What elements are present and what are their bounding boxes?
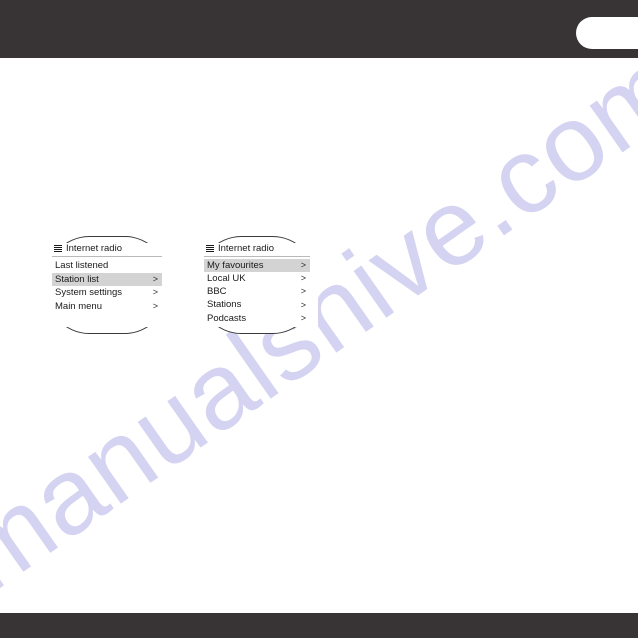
- top-header-band: [0, 0, 638, 58]
- chevron-right-icon: >: [300, 299, 306, 310]
- screen-content: Internet radio Last listened > Station l…: [52, 241, 162, 329]
- bottom-footer-band: [0, 613, 638, 638]
- menu-item-last-listened[interactable]: Last listened >: [52, 259, 162, 273]
- menu-item-my-favourites[interactable]: My favourites >: [204, 259, 310, 273]
- screen-title: Internet radio: [218, 242, 274, 254]
- radio-display-figures: Internet radio Last listened > Station l…: [44, 236, 324, 336]
- hamburger-menu-icon: [54, 245, 62, 252]
- menu-item-label: BBC: [207, 286, 227, 298]
- menu-item-label: Stations: [207, 299, 242, 311]
- chevron-right-icon: >: [300, 273, 306, 284]
- menu-list: My favourites > Local UK > BBC > Station…: [204, 258, 310, 325]
- menu-item-label: System settings: [55, 287, 123, 298]
- screen-title: Internet radio: [66, 242, 122, 254]
- chevron-right-icon: >: [152, 273, 158, 284]
- menu-item-local-uk[interactable]: Local UK >: [204, 272, 310, 285]
- menu-item-label: My favourites: [207, 259, 264, 271]
- chevron-right-icon: >: [152, 287, 158, 298]
- menu-item-system-settings[interactable]: System settings >: [52, 286, 162, 300]
- hamburger-menu-icon: [206, 245, 214, 252]
- page-number-tab: [576, 17, 638, 49]
- screen-header: Internet radio: [204, 241, 310, 257]
- menu-item-main-menu[interactable]: Main menu >: [52, 300, 162, 314]
- menu-item-label: Main menu: [55, 300, 102, 312]
- menu-list: Last listened > Station list > System se…: [52, 258, 162, 313]
- chevron-right-icon: >: [152, 300, 158, 311]
- menu-item-bbc[interactable]: BBC >: [204, 285, 310, 298]
- menu-item-label: Podcasts: [207, 312, 247, 324]
- menu-item-label: Local UK: [207, 273, 246, 285]
- menu-item-stations[interactable]: Stations >: [204, 299, 310, 312]
- radio-display-internet-radio-menu: Internet radio Last listened > Station l…: [44, 236, 170, 334]
- menu-item-station-list[interactable]: Station list >: [52, 272, 162, 286]
- screen-content: Internet radio My favourites > Local UK …: [204, 241, 310, 329]
- chevron-right-icon: >: [300, 286, 306, 297]
- chevron-right-icon: >: [300, 260, 306, 271]
- manual-page: manualshive.com Internet radio Last list…: [0, 0, 638, 638]
- chevron-right-icon: >: [300, 312, 306, 323]
- radio-display-station-list: Internet radio My favourites > Local UK …: [196, 236, 318, 334]
- menu-item-label: Station list: [55, 273, 99, 285]
- screen-header: Internet radio: [52, 241, 162, 257]
- menu-item-podcasts[interactable]: Podcasts >: [204, 312, 310, 325]
- menu-item-label: Last listened: [55, 260, 109, 271]
